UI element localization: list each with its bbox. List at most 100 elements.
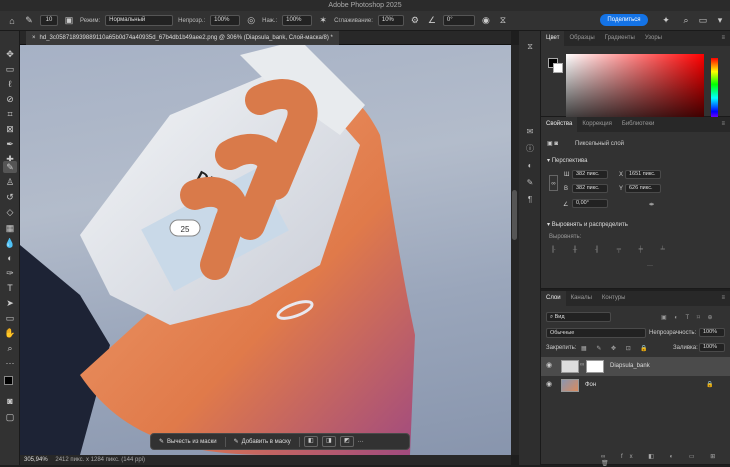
pill-number: 25	[181, 225, 190, 234]
gradient-tool-icon[interactable]: ▦	[3, 222, 17, 234]
lasso-tool-icon[interactable]: ℓ	[3, 78, 17, 90]
type-tool-icon[interactable]: T	[3, 282, 17, 294]
history-brush-icon[interactable]: ↺	[3, 191, 17, 203]
blend-mode-select[interactable]: Обычные	[546, 328, 646, 338]
document-canvas[interactable]: 25 DIAP	[20, 45, 511, 455]
vertical-scrollbar[interactable]	[511, 45, 519, 455]
share-button[interactable]: Поделиться	[600, 14, 648, 26]
transform-section-title[interactable]: ▾ Перспектива	[547, 157, 588, 164]
link-icon[interactable]: ∞	[549, 175, 558, 191]
align-section-title[interactable]: ▾ Выровнять и распределить	[547, 221, 628, 228]
eraser-icon[interactable]: ◇	[3, 206, 17, 218]
fill-field[interactable]: 100%	[699, 343, 725, 352]
paragraph-panel-icon[interactable]: ¶	[523, 194, 537, 206]
artboard-tool-icon[interactable]: ▭	[3, 63, 17, 75]
tab-adjustments[interactable]: Коррекция	[577, 117, 617, 132]
visibility-eye-icon[interactable]: ◉	[546, 361, 552, 369]
layer-name[interactable]: Diapsula_bank	[610, 363, 650, 369]
more-options-icon[interactable]: ···	[358, 439, 364, 445]
history-panel-icon[interactable]: ⧖	[523, 41, 537, 53]
smoothing-settings-icon[interactable]: ⚙	[409, 15, 421, 27]
layer-row[interactable]: ◉ ∞ Diapsula_bank	[541, 357, 730, 376]
workspace-icon[interactable]: ▭	[697, 13, 709, 27]
y-field[interactable]: 626 пикс.	[625, 184, 661, 193]
layer-filter-select[interactable]: ⌕ Вид	[546, 312, 611, 322]
subtract-from-mask-button[interactable]: ✎ Вычесть из маски	[155, 436, 221, 448]
panel-menu-icon[interactable]: ≡	[716, 31, 730, 46]
tab-properties[interactable]: Свойства	[541, 117, 578, 132]
background-swatch[interactable]	[553, 63, 563, 73]
flip-horizontal-icon[interactable]: ⇹	[649, 201, 654, 208]
layer-row[interactable]: ◉ Фон 🔒	[541, 376, 730, 395]
brush-size-field[interactable]: 10	[40, 15, 58, 26]
comments-panel-icon[interactable]: ✉	[523, 126, 537, 138]
tab-paths[interactable]: Контуры	[597, 291, 631, 306]
move-tool-icon[interactable]: ✥	[3, 48, 17, 60]
adjustments-panel-icon[interactable]: ◐	[523, 160, 537, 172]
invert-mask-icon[interactable]: ◨	[321, 436, 336, 447]
dodge-tool-icon[interactable]: ◐	[3, 252, 17, 264]
layer-name[interactable]: Фон	[585, 382, 596, 388]
info-panel-icon[interactable]: ⓘ	[523, 143, 537, 155]
x-field[interactable]: 1651 пикс.	[625, 170, 661, 179]
pressure-opacity-icon[interactable]: ◎	[245, 15, 257, 27]
quick-mask-icon[interactable]: ◙	[3, 395, 17, 407]
panel-menu-icon[interactable]: ≡	[716, 291, 730, 306]
visibility-eye-icon[interactable]: ◉	[546, 380, 552, 388]
eyedropper-icon[interactable]: ✒	[3, 138, 17, 150]
fill-mask-icon[interactable]: ◩	[339, 436, 354, 447]
tab-patterns[interactable]: Узоры	[640, 31, 667, 46]
symmetry-icon[interactable]: ⧖	[497, 15, 509, 27]
zoom-level[interactable]: 305,94%	[24, 457, 48, 463]
tab-libraries[interactable]: Библиотеки	[617, 117, 660, 132]
airbrush-icon[interactable]: ✶	[317, 15, 329, 27]
search-icon[interactable]: ⌕	[680, 13, 692, 27]
angle-field[interactable]: 0°	[442, 15, 475, 26]
brush-tool-icon[interactable]: ✎	[23, 15, 35, 27]
width-field[interactable]: 382 пикс.	[572, 170, 608, 179]
foreground-color-swatch[interactable]	[4, 376, 13, 385]
pressure-field[interactable]: 100%	[282, 15, 313, 26]
document-tab[interactable]: × hd_3c058718939889110a65b0d74a40935d_67b…	[26, 31, 339, 45]
brush-tool-icon[interactable]: ✎	[3, 161, 17, 173]
clone-stamp-icon[interactable]: ♙	[3, 176, 17, 188]
panel-menu-icon[interactable]: ≡	[716, 117, 730, 132]
angle-field[interactable]: 0,00°	[572, 199, 608, 208]
more-properties-icon[interactable]: ···	[647, 263, 653, 269]
hand-tool-icon[interactable]: ✋	[3, 327, 17, 339]
help-icon[interactable]: ✦	[660, 13, 672, 27]
crop-tool-icon[interactable]: ⌗	[3, 108, 17, 120]
quick-select-icon[interactable]: ⊘	[3, 93, 17, 105]
more-tools-icon[interactable]: ···	[3, 357, 17, 369]
tab-color[interactable]: Цвет	[541, 31, 565, 46]
lock-icons[interactable]: ▦ ✎ ✥ ⊡ 🔒	[581, 345, 652, 352]
layer-opacity-field[interactable]: 100%	[699, 328, 725, 337]
path-select-icon[interactable]: ➤	[3, 297, 17, 309]
brushes-panel-icon[interactable]: ✎	[523, 177, 537, 189]
mask-options-icon[interactable]: ◧	[303, 436, 318, 447]
zoom-tool-icon[interactable]: ⌕	[3, 342, 17, 354]
rectangle-tool-icon[interactable]: ▭	[3, 312, 17, 324]
pen-tool-icon[interactable]: ✑	[3, 267, 17, 279]
scrollbar-thumb[interactable]	[512, 190, 517, 240]
smoothing-field[interactable]: 10%	[377, 15, 404, 26]
tab-layers[interactable]: Слои	[541, 291, 566, 306]
frame-tool-icon[interactable]: ⊠	[3, 123, 17, 135]
home-icon[interactable]: ⌂	[6, 15, 18, 27]
workspace-chevron-icon[interactable]: ▾	[714, 13, 726, 27]
align-buttons[interactable]: ╟ ╫ ╢ ╤ ╪ ╧	[551, 247, 673, 253]
layer-mask-thumbnail[interactable]	[586, 360, 604, 373]
height-field[interactable]: 382 пикс.	[572, 184, 608, 193]
brush-settings-icon[interactable]: ▣	[63, 15, 75, 27]
tab-channels[interactable]: Каналы	[566, 291, 597, 306]
document-tab-close-icon[interactable]: ×	[32, 35, 36, 41]
opacity-field[interactable]: 100%	[210, 15, 241, 26]
pressure-size-icon[interactable]: ◉	[480, 15, 492, 27]
tab-gradients[interactable]: Градиенты	[600, 31, 640, 46]
blur-tool-icon[interactable]: 💧	[3, 237, 17, 249]
mode-select[interactable]: Нормальный	[105, 15, 174, 26]
screen-mode-icon[interactable]: ▢	[3, 411, 17, 423]
filter-type-icons[interactable]: ▣ ◐ T ⌑ ⊕	[661, 314, 716, 321]
add-to-mask-button[interactable]: ✎ Добавить в маску	[230, 436, 295, 448]
tab-swatches[interactable]: Образцы	[564, 31, 599, 46]
